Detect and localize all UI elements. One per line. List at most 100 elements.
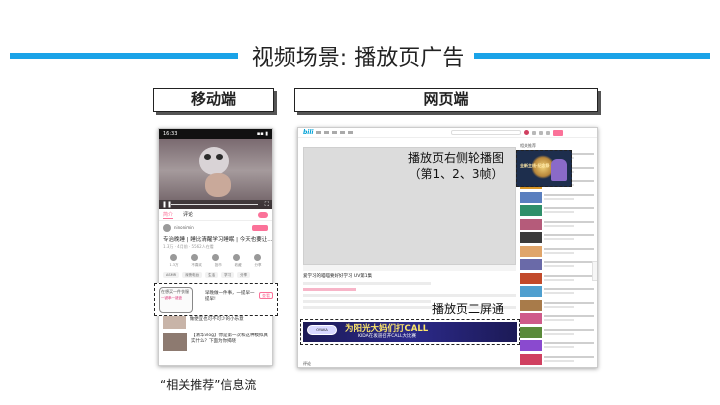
list-item[interactable] xyxy=(520,272,594,286)
rec-text-lines xyxy=(544,367,594,368)
history-icon[interactable] xyxy=(539,130,544,135)
tab-comments[interactable]: 评论 xyxy=(183,211,193,218)
mobile-feed-ad-highlight[interactable]: 在想买一件衣服 一键拳一键盘 早晚做一件事，一提早一提早! 查看 xyxy=(154,283,278,316)
list-item[interactable] xyxy=(520,218,594,232)
rec-thumbnail[interactable] xyxy=(520,272,542,284)
video-eye-left xyxy=(204,154,211,160)
tag-chip[interactable]: 深夜电台 xyxy=(182,272,203,278)
mobile-phone-screenshot: 16:33 ▪▪ ▮ ❚❚ ⛶ 简介 评论 ninonimin 专治晚睡 | 睡… xyxy=(158,128,273,366)
nav-link[interactable] xyxy=(316,131,322,134)
ad-comic-image: 在想买一件衣服 一键拳一键盘 xyxy=(159,287,193,313)
list-item[interactable] xyxy=(520,286,594,299)
mobile-video-meta: 1.3万 · 4月前 · 5562人在看 xyxy=(163,244,214,249)
action-label: 收藏 xyxy=(234,263,242,267)
uploader-link[interactable] xyxy=(303,288,357,291)
message-icon[interactable] xyxy=(532,130,537,135)
rec-thumbnail[interactable] xyxy=(163,333,187,351)
rec-thumbnail[interactable] xyxy=(520,299,542,311)
search-input[interactable] xyxy=(451,130,522,135)
web-banner-ad[interactable]: OYAKA 为阳光大妈们打CALL KIDA在坂道召开CALL大比赛 xyxy=(300,319,520,345)
favorites-icon[interactable] xyxy=(546,130,551,135)
ad-copy: 早晚做一件事，一提早一提早! xyxy=(205,291,255,302)
action-row xyxy=(159,252,272,263)
rec-thumbnail[interactable] xyxy=(520,353,542,365)
list-item[interactable] xyxy=(520,313,594,326)
text-line xyxy=(544,328,594,331)
slide-title: 视频场景: 播放页广告 xyxy=(251,46,465,71)
tag-chip[interactable]: 生活 xyxy=(205,272,219,278)
rec-thumbnail[interactable] xyxy=(520,218,542,230)
mobile-caption: “相关推荐”信息流 xyxy=(160,378,257,392)
side-ad-text: 全新主线·纪念祭 xyxy=(520,163,550,168)
rec-thumbnail[interactable] xyxy=(520,245,542,257)
tag-chip[interactable]: 学习 xyxy=(221,272,235,278)
ad-view-button[interactable]: 查看 xyxy=(259,292,273,299)
avatar[interactable] xyxy=(163,223,171,232)
rec-thumbnail[interactable] xyxy=(520,259,542,270)
uploader-name[interactable]: ninonimin xyxy=(174,225,194,230)
text-line xyxy=(544,332,574,335)
rec-thumbnail[interactable] xyxy=(520,205,542,216)
rec-text-lines xyxy=(544,232,594,245)
tab-intro[interactable]: 简介 xyxy=(163,211,174,219)
nav-link[interactable] xyxy=(332,131,338,134)
mobile-video-player[interactable]: ❚❚ ⛶ xyxy=(159,139,272,209)
rec-title[interactable]: 【清华vlog】你是第一次和这种模拟真实什么？下面为你揭晓 xyxy=(191,333,268,351)
web-side-carousel-ad[interactable]: 全新主线·纪念祭 xyxy=(516,150,572,187)
player-controls[interactable] xyxy=(303,265,516,271)
list-item[interactable] xyxy=(520,340,594,353)
mobile-video-title: 专治晚睡 | 睡比清醒学习睡眠 | 今天也要让... xyxy=(163,237,272,243)
tag-chip[interactable]: 分享 xyxy=(237,272,251,278)
rec-thumbnail[interactable] xyxy=(520,232,542,243)
progress-track[interactable] xyxy=(171,204,258,205)
title-bar-left xyxy=(10,53,238,59)
list-item[interactable] xyxy=(520,367,594,368)
list-item[interactable] xyxy=(520,326,594,340)
site-logo[interactable]: bili xyxy=(303,129,313,136)
rec-thumbnail[interactable] xyxy=(520,367,542,368)
banner-image[interactable]: OYAKA 为阳光大妈们打CALL KIDA在坂道召开CALL大比赛 xyxy=(303,322,517,342)
list-item[interactable]: 【清华vlog】你是第一次和这种模拟真实什么？下面为你揭晓 xyxy=(159,331,272,353)
text-line xyxy=(544,342,594,344)
like-icon[interactable] xyxy=(170,254,177,261)
rec-thumbnail[interactable] xyxy=(520,191,542,203)
rec-thumbnail[interactable] xyxy=(520,313,542,324)
video-progress-bar[interactable]: ❚❚ ⛶ xyxy=(159,200,272,209)
rec-thumbnail[interactable] xyxy=(520,340,542,351)
text-line xyxy=(544,238,574,240)
danmaku-toggle[interactable] xyxy=(258,211,268,218)
rec-thumbnail[interactable] xyxy=(520,326,542,338)
coin-icon[interactable] xyxy=(212,254,219,261)
text-line xyxy=(544,234,594,236)
rec-thumbnail[interactable] xyxy=(520,286,542,297)
list-item[interactable] xyxy=(520,353,594,367)
text-line xyxy=(544,305,574,308)
upload-button[interactable] xyxy=(553,129,564,136)
phone-status-bar: 16:33 ▪▪ ▮ xyxy=(159,129,272,139)
fullscreen-icon[interactable]: ⛶ xyxy=(265,201,269,209)
nav-link[interactable] xyxy=(348,131,354,134)
list-item[interactable] xyxy=(520,232,594,245)
list-item[interactable] xyxy=(520,299,594,313)
web-video-title: 爱学习的喵喵要好好学习 UV第1集 xyxy=(303,274,373,279)
text-line xyxy=(544,211,574,213)
share-icon[interactable] xyxy=(254,254,261,261)
nav-link[interactable] xyxy=(340,131,346,134)
rec-text-lines xyxy=(544,286,594,299)
rec-text-lines xyxy=(544,354,594,367)
nav-link[interactable] xyxy=(324,131,330,134)
rec-text-lines xyxy=(544,340,594,353)
follow-button[interactable] xyxy=(252,224,268,231)
side-float-toolbar[interactable] xyxy=(592,261,597,281)
list-item[interactable] xyxy=(520,205,594,218)
text-line xyxy=(544,224,574,227)
avatar[interactable] xyxy=(524,130,530,135)
favorite-icon[interactable] xyxy=(233,254,240,261)
list-item[interactable] xyxy=(520,259,594,272)
tag-chip[interactable]: ASMR xyxy=(163,272,180,278)
list-item[interactable] xyxy=(520,191,594,205)
dislike-icon[interactable] xyxy=(191,254,198,261)
action-label: 不喜欢 xyxy=(191,263,202,267)
text-line xyxy=(544,278,574,281)
list-item[interactable] xyxy=(520,245,594,259)
